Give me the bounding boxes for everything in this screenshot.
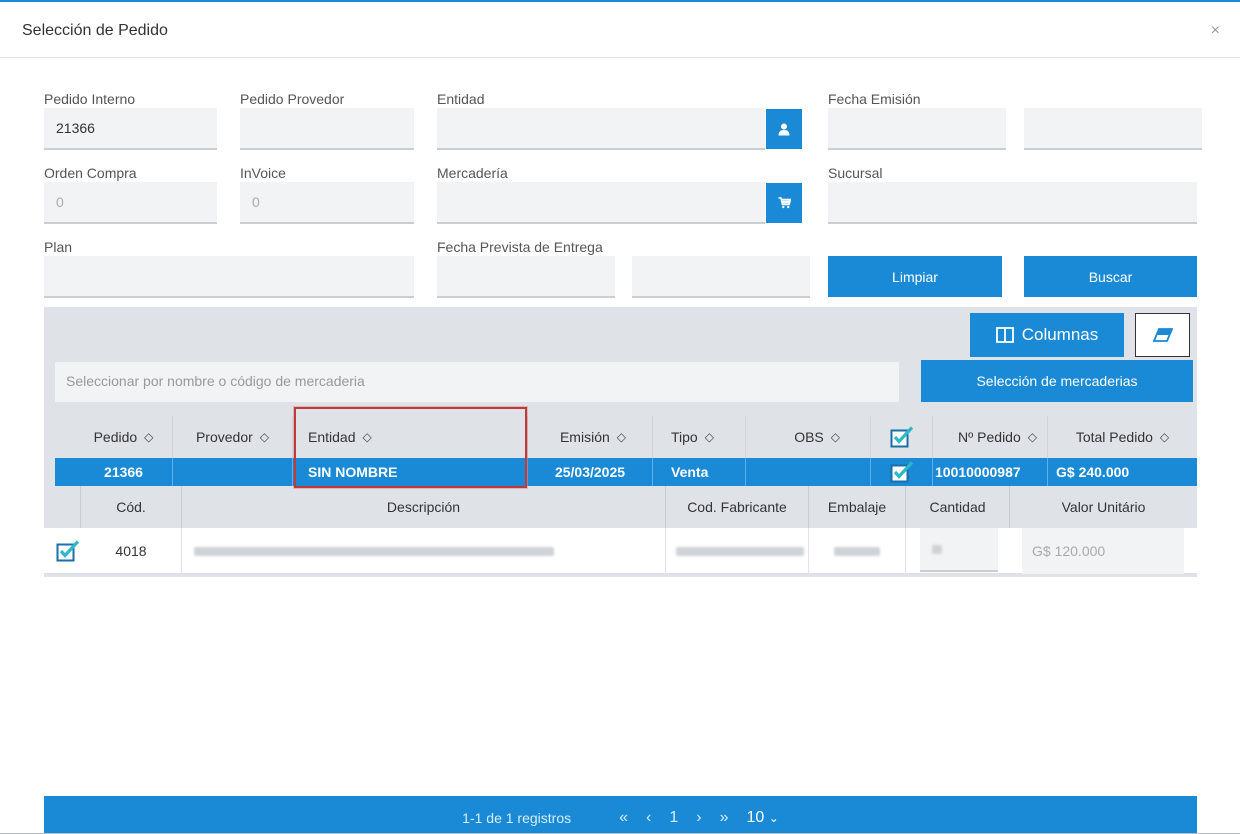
cell-tipo: Venta	[653, 458, 746, 486]
table-row[interactable]: 21366 SIN NOMBRE 25/03/2025 Venta 100100…	[55, 458, 1197, 486]
mercaderia-label: Mercadería	[437, 165, 508, 181]
entidad-label: Entidad	[437, 91, 485, 107]
columnas-button[interactable]: Columnas	[970, 313, 1124, 357]
item-embalaje-redacted	[809, 528, 906, 574]
entidad-input[interactable]	[437, 108, 765, 150]
cart-icon	[778, 197, 791, 209]
pedido-provedor-input[interactable]	[240, 108, 414, 150]
cell-entidad: SIN NOMBRE	[293, 458, 528, 486]
col-descripcion: Descripción	[182, 486, 666, 528]
col-cod-fabricante: Cod. Fabricante	[666, 486, 809, 528]
next-page-icon[interactable]: ›	[696, 809, 701, 827]
chevron-down-icon: ⌄	[768, 811, 779, 825]
pedido-provedor-label: Pedido Provedor	[240, 91, 345, 107]
col-entidad[interactable]: Entidad ◇	[293, 416, 528, 458]
item-descripcion-redacted	[182, 528, 666, 574]
first-page-icon[interactable]: «	[619, 809, 628, 827]
sort-icon: ◇	[144, 430, 154, 444]
col-cantidad: Cantidad	[906, 486, 1010, 528]
columns-icon	[995, 327, 1014, 343]
item-checkbox[interactable]	[56, 528, 82, 574]
cell-emision: 25/03/2025	[528, 458, 653, 486]
sort-icon: ◇	[1159, 430, 1170, 444]
select-all-checkbox[interactable]	[871, 416, 933, 458]
cell-obs	[746, 458, 871, 486]
checkbox-checked-icon	[890, 426, 913, 448]
fecha-prevista-from-input[interactable]	[437, 256, 615, 298]
eraser-icon	[1152, 328, 1173, 342]
pedido-interno-label: Pedido Interno	[44, 91, 136, 107]
fecha-prevista-label: Fecha Prevista de Entrega	[437, 239, 603, 255]
col-emision[interactable]: Emisión ◇	[528, 416, 653, 458]
mercaderia-input[interactable]	[437, 182, 765, 224]
sort-icon: ◇	[616, 430, 626, 444]
detail-select-col	[44, 486, 81, 528]
col-valor-unitario: Valor Unitário	[1061, 499, 1146, 515]
fecha-emision-label: Fecha Emisión	[828, 91, 921, 107]
orden-compra-input[interactable]: 0	[44, 182, 217, 224]
col-provedor[interactable]: Provedor ◇	[173, 416, 293, 458]
sort-icon: ◇	[259, 430, 270, 444]
current-page[interactable]: 1	[669, 809, 678, 827]
mercaderia-filter-placeholder: Seleccionar por nombre o código de merca…	[66, 373, 365, 389]
cell-total-pedido: G$ 240.000	[1056, 464, 1130, 480]
limpiar-button[interactable]: Limpiar	[828, 256, 1002, 297]
col-n-pedido[interactable]: Nº Pedido ◇	[933, 416, 1048, 458]
col-obs[interactable]: OBS ◇	[746, 416, 871, 458]
prev-page-icon[interactable]: ‹	[646, 809, 651, 827]
item-cod: 4018	[81, 528, 182, 574]
cell-n-pedido: 10010000987	[933, 458, 1048, 486]
fecha-emision-to-input[interactable]	[1024, 108, 1202, 150]
pedido-interno-input[interactable]: 21366	[44, 108, 217, 150]
cell-provedor	[173, 458, 293, 486]
plan-input[interactable]	[44, 256, 414, 298]
item-valor-unitario: G$ 120.000	[1022, 528, 1184, 574]
pagination-bar: 1-1 de 1 registros « ‹ 1 › » 10 ⌄	[44, 796, 1197, 834]
close-icon[interactable]: ×	[1211, 22, 1220, 40]
col-total-pedido[interactable]: Total Pedido ◇	[1048, 416, 1197, 458]
sort-icon: ◇	[704, 430, 714, 444]
col-cod: Cód.	[81, 486, 182, 528]
checkbox-checked-icon	[56, 540, 80, 562]
page-size-value: 10	[746, 809, 765, 826]
page-size-select[interactable]: 10 ⌄	[747, 809, 779, 827]
col-pedido[interactable]: Pedido ◇	[75, 416, 173, 458]
invoice-input[interactable]: 0	[240, 182, 414, 224]
sort-icon: ◇	[1027, 430, 1037, 444]
plan-label: Plan	[44, 239, 73, 255]
mercaderia-filter-input[interactable]: Seleccionar por nombre o código de merca…	[55, 362, 899, 402]
col-tipo[interactable]: Tipo ◇	[653, 416, 746, 458]
fecha-prevista-to-input[interactable]	[632, 256, 810, 298]
entidad-search-button[interactable]	[766, 109, 802, 149]
invoice-label: InVoice	[240, 165, 286, 181]
item-cantidad-input[interactable]	[920, 528, 998, 572]
item-cod-fabricante-redacted	[666, 528, 809, 574]
cell-pedido: 21366	[75, 458, 173, 486]
checkbox-checked-icon	[890, 461, 913, 483]
sort-icon: ◇	[830, 430, 840, 444]
row-checkbox[interactable]	[871, 458, 933, 486]
col-embalaje: Embalaje	[809, 486, 906, 528]
clear-filters-button[interactable]	[1135, 313, 1190, 357]
fecha-emision-from-input[interactable]	[828, 108, 1006, 150]
columnas-label: Columnas	[1021, 325, 1099, 344]
detail-table-header: Cód. Descripción Cod. Fabricante Embalaj…	[44, 486, 1197, 528]
last-page-icon[interactable]: »	[720, 809, 729, 827]
mercaderia-search-button[interactable]	[766, 183, 802, 223]
user-icon	[778, 123, 790, 135]
modal-header: Selección de Pedido ×	[0, 2, 1240, 58]
modal-title: Selección de Pedido	[22, 22, 168, 39]
sucursal-label: Sucursal	[828, 165, 883, 181]
buscar-button[interactable]: Buscar	[1024, 256, 1197, 297]
sucursal-input[interactable]	[828, 182, 1197, 224]
seleccion-mercaderias-button[interactable]: Selección de mercaderias	[921, 360, 1193, 402]
pagination-summary: 1-1 de 1 registros	[462, 810, 572, 826]
list-item[interactable]: 4018 G$ 120.000	[44, 528, 1197, 574]
orden-compra-label: Orden Compra	[44, 165, 137, 181]
orders-table-header: Pedido ◇ Provedor ◇ Entidad ◇ Emisión ◇ Tipo…	[55, 416, 1197, 458]
sort-icon: ◇	[362, 430, 372, 444]
